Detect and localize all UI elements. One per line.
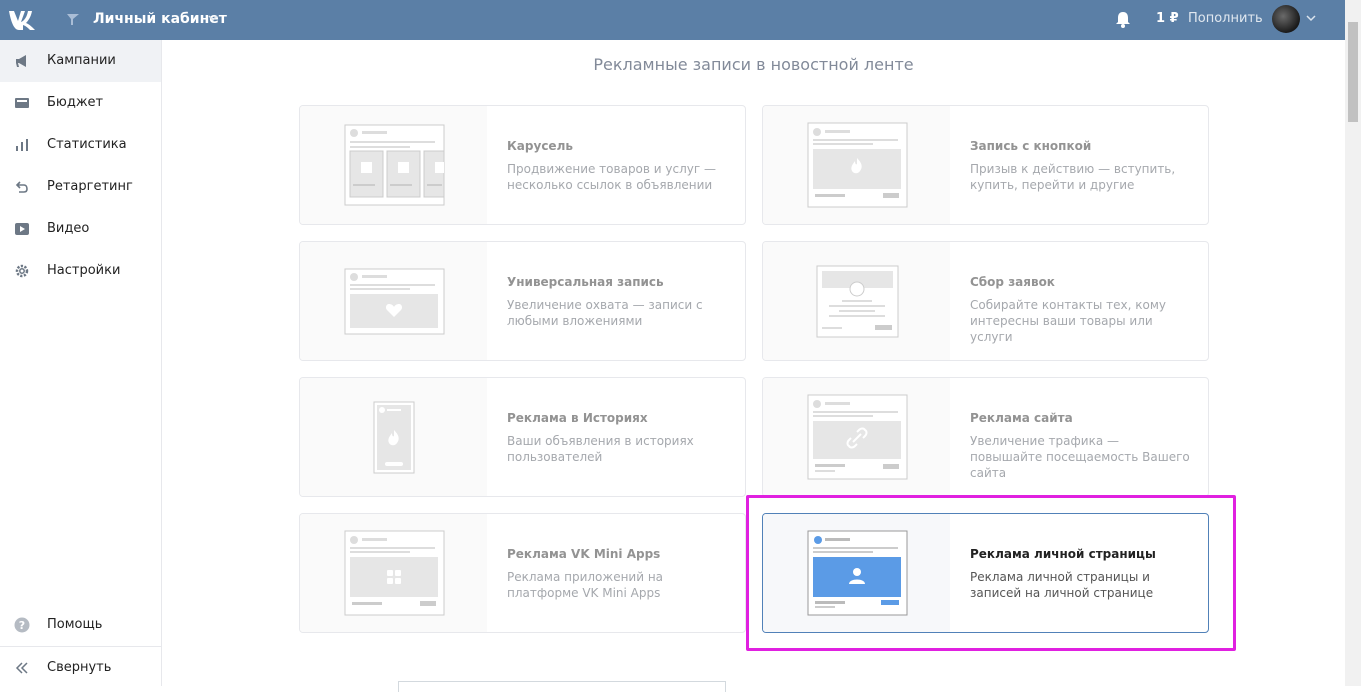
website-illustration-icon [807, 394, 908, 480]
sidebar-item-video[interactable]: Видео [0, 208, 161, 250]
card-description: Реклама приложений на платформе VK Mini … [507, 570, 664, 600]
ad-format-card-stories[interactable]: Реклама в Историях Ваши объявления в ист… [299, 377, 746, 497]
ad-format-card-carousel[interactable]: Карусель Продвижение товаров и услуг — н… [299, 105, 746, 225]
card-title: Реклама VK Mini Apps [507, 547, 661, 561]
notifications-bell-icon[interactable] [1114, 10, 1132, 28]
card-description: Увеличение охвата — записи с любыми влож… [507, 298, 703, 328]
card-illustration [300, 106, 487, 224]
card-title: Запись с кнопкой [970, 139, 1092, 153]
sidebar-collapse-button[interactable]: Свернуть [0, 646, 161, 689]
universal-post-illustration-icon [344, 268, 445, 335]
video-icon [15, 223, 29, 235]
sidebar-item-settings[interactable]: Настройки [0, 250, 161, 292]
sidebar-item-budget[interactable]: Бюджет [0, 82, 161, 124]
sidebar-item-label: Помощь [47, 617, 103, 632]
scrollbar-thumb[interactable] [1348, 22, 1358, 122]
avatar[interactable] [1272, 5, 1300, 33]
sidebar: Кампании Бюджет Статистика Ретаргетинг В… [0, 40, 162, 686]
card-title: Универсальная запись [507, 275, 664, 289]
megaphone-icon [16, 55, 26, 67]
gear-icon [15, 264, 29, 278]
sidebar-item-label: Кампании [47, 53, 116, 68]
card-illustration [763, 106, 950, 224]
top-bar: Личный кабинет 1 ₽ Пополнить [0, 0, 1345, 40]
chevron-down-icon[interactable] [207, 12, 219, 24]
sidebar-item-label: Статистика [47, 137, 127, 152]
svg-text:?: ? [19, 619, 25, 632]
carousel-illustration-icon [344, 124, 445, 206]
ad-format-card-button-post[interactable]: Запись с кнопкой Призыв к действию — вст… [762, 105, 1209, 225]
retarget-icon [15, 181, 28, 193]
sidebar-item-campaigns[interactable]: Кампании [0, 40, 161, 82]
bar-chart-icon [16, 139, 28, 151]
selection-highlight-frame [746, 495, 1236, 651]
sidebar-item-label: Настройки [47, 263, 121, 278]
scrollbar[interactable] [1345, 0, 1361, 686]
card-illustration [763, 242, 950, 360]
sidebar-item-label: Свернуть [47, 660, 112, 675]
card-description: Собирайте контакты тех, кому интересны в… [970, 298, 1167, 344]
sidebar-item-statistics[interactable]: Статистика [0, 124, 161, 166]
topup-link[interactable]: Пополнить [1188, 11, 1263, 26]
card-illustration [300, 378, 487, 496]
sidebar-item-retargeting[interactable]: Ретаргетинг [0, 166, 161, 208]
card-title: Карусель [507, 139, 573, 153]
card-title: Реклама сайта [970, 411, 1073, 425]
chevron-down-icon[interactable] [1305, 12, 1317, 24]
card-description: Увеличение трафика — повышайте посещаемо… [970, 434, 1190, 480]
sidebar-item-label: Ретаргетинг [47, 179, 133, 194]
sidebar-item-label: Бюджет [47, 95, 104, 110]
page-title: Рекламные записи в новостной ленте [593, 55, 914, 74]
mini-apps-illustration-icon [344, 530, 445, 616]
card-title: Сбор заявок [970, 275, 1055, 289]
card-description: Ваши объявления в историях пользователей [507, 434, 694, 464]
vk-logo[interactable] [8, 8, 38, 30]
card-illustration [300, 514, 487, 632]
sidebar-item-help[interactable]: ? Помощь [0, 604, 161, 646]
ad-format-card-website[interactable]: Реклама сайта Увеличение трафика — повыш… [762, 377, 1209, 497]
wallet-icon [15, 98, 29, 108]
double-chevron-left-icon [15, 662, 28, 674]
lead-form-illustration-icon [816, 265, 899, 338]
flag-icon [67, 14, 79, 25]
ad-format-card-mini-apps[interactable]: Реклама VK Mini Apps Реклама приложений … [299, 513, 746, 633]
card-illustration [300, 242, 487, 360]
card-illustration [763, 378, 950, 496]
sidebar-item-label: Видео [47, 221, 90, 236]
ad-format-card-lead-form[interactable]: Сбор заявок Собирайте контакты тех, кому… [762, 241, 1209, 361]
button-post-illustration-icon [807, 122, 908, 208]
help-icon: ? [14, 617, 30, 633]
ad-format-card-universal-post[interactable]: Универсальная запись Увеличение охвата —… [299, 241, 746, 361]
card-title: Реклама в Историях [507, 411, 648, 425]
balance-amount: 1 ₽ [1156, 11, 1179, 26]
card-description: Призыв к действию — вступить, купить, пе… [970, 162, 1176, 192]
stories-illustration-icon [373, 401, 415, 474]
partial-bottom-panel [398, 681, 726, 692]
card-description: Продвижение товаров и услуг — несколько … [507, 162, 716, 192]
